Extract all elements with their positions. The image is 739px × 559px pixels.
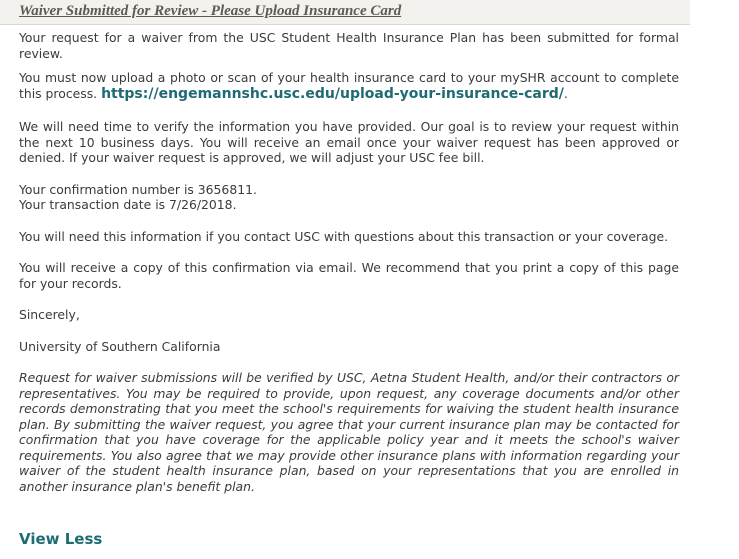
transaction-date: Your transaction date is 7/26/2018. [19, 197, 237, 212]
confirmation-number: Your confirmation number is 3656811. [19, 181, 257, 197]
upload-instructions: You must now upload a photo or scan of y… [19, 70, 679, 102]
review-timeline-message: We will need time to verify the informat… [19, 119, 679, 165]
upload-insurance-card-link[interactable]: https://engemannshc.usc.edu/upload-your-… [101, 86, 564, 102]
upload-instructions-period: . [563, 85, 568, 101]
closing-salutation: Sincerely, [19, 307, 80, 322]
waiver-disclaimer: Request for waiver submissions will be v… [19, 370, 679, 494]
waiver-confirmation-page: Waiver Submitted for Review - Please Upl… [0, 0, 739, 559]
page-title: Waiver Submitted for Review - Please Upl… [19, 3, 402, 19]
email-copy-note: You will receive a copy of this confirma… [19, 260, 679, 291]
section-header: Waiver Submitted for Review - Please Upl… [0, 0, 690, 25]
submission-message: Your request for a waiver from the USC S… [19, 30, 679, 61]
signature: University of Southern California [19, 338, 221, 354]
view-less-link[interactable]: View Less [19, 530, 102, 548]
contact-note: You will need this information if you co… [19, 228, 669, 244]
confirmation-content: Your request for a waiver from the USC S… [19, 30, 679, 494]
